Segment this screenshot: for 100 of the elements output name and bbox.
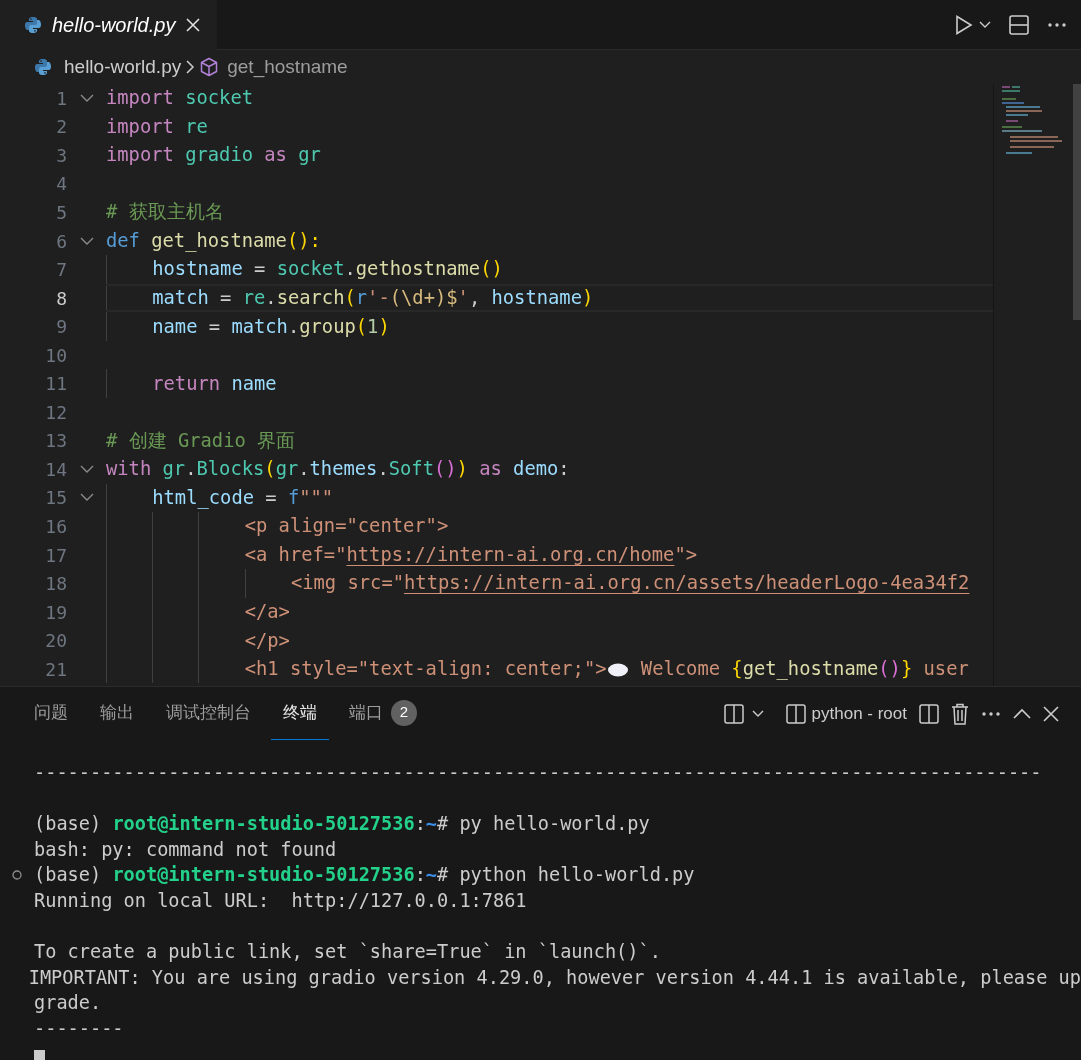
code-token: hostname [152, 257, 243, 282]
code-token: name [230, 371, 277, 396]
code-token: import [106, 114, 174, 139]
code-token: (): [286, 228, 321, 253]
code-token: : [558, 457, 570, 482]
code-token: demo [512, 457, 559, 482]
code-token: import [106, 86, 174, 111]
code-token: Welcome [639, 657, 721, 682]
code-token: , [468, 286, 481, 310]
code-token: . [287, 314, 300, 339]
line-number: 13 [44, 429, 67, 454]
code-token: Blocks [196, 457, 265, 482]
line-number: 16 [44, 514, 67, 539]
minimap-drawing [1002, 86, 1062, 156]
code-token: = [264, 485, 278, 510]
more-icon[interactable] [1047, 21, 1067, 28]
line-number: 9 [55, 315, 67, 340]
code-token: ) [581, 286, 594, 310]
code-token: group [299, 314, 356, 339]
code-token: # 获取主机名 [106, 200, 224, 225]
code-token: } [900, 657, 913, 682]
terminal-text: # python hello-world.py [437, 863, 695, 888]
panel-tab[interactable]: 调试控制台 [154, 686, 263, 741]
fold-chevron-icon[interactable] [79, 236, 94, 246]
fold-chevron-icon[interactable] [79, 493, 94, 503]
line-number: 15 [44, 486, 67, 511]
code-token: gr [297, 143, 321, 168]
breadcrumb-symbol[interactable]: get_hostname [227, 52, 348, 82]
code-token: . [377, 457, 389, 482]
chevron-right-icon [185, 59, 196, 75]
code-token: match [152, 286, 209, 310]
code-token: <img src=" [290, 571, 404, 596]
terminal-text: To create a public link, set `share=True` in `launch()`. [34, 940, 661, 964]
more-icon[interactable] [981, 710, 1001, 717]
code-token: . [265, 286, 277, 310]
run-icon[interactable] [955, 14, 973, 35]
line-number: 7 [55, 258, 67, 283]
chevron-down-icon[interactable] [979, 20, 991, 29]
close-icon[interactable] [1043, 705, 1059, 722]
terminal-text: (base) [34, 812, 103, 837]
code-token: ( [355, 314, 368, 339]
new-terminal-layout-icon[interactable] [723, 703, 744, 724]
code-token: () [878, 657, 901, 682]
terminal-text: ~ [425, 863, 438, 888]
breadcrumb-file[interactable]: hello-world.py [64, 52, 182, 82]
code-token: ' [457, 286, 469, 310]
code-token: "> [674, 542, 697, 567]
line-number: 20 [44, 629, 67, 654]
line-number: 10 [44, 343, 67, 368]
close-icon[interactable] [185, 17, 202, 33]
code-token: </p> [244, 628, 290, 653]
code-token: with [106, 457, 152, 482]
code-token: socket [184, 86, 253, 111]
code-token: ( [344, 286, 356, 310]
code-token: r [355, 286, 368, 310]
code-token: """ [299, 485, 334, 510]
split-editor-icon[interactable] [1009, 14, 1029, 35]
trash-icon[interactable] [951, 702, 969, 725]
line-number: 3 [55, 143, 67, 168]
editor-tab[interactable]: hello-world.py [0, 0, 218, 50]
code-token: themes [309, 457, 378, 482]
code-token: match [231, 314, 288, 339]
panel-tab[interactable]: 端口 2 [337, 686, 429, 741]
terminal-text: root@intern-studio-50127536 [112, 863, 415, 888]
fold-chevron-icon[interactable] [79, 93, 94, 103]
code-token: https://intern-ai.org.cn/assets/headerLogo-4ea34f2 [404, 571, 970, 596]
code-token: name [152, 314, 198, 339]
code-token: . [344, 257, 356, 282]
code-token: html_code [152, 485, 254, 511]
code-token: return [152, 371, 221, 396]
line-number: 21 [44, 657, 67, 682]
line-number: 5 [55, 200, 67, 225]
terminal-text: # py hello-world.py [437, 812, 650, 837]
code-token: </a> [244, 600, 290, 624]
code-token: get_hostname [742, 657, 879, 682]
code-token: Soft [388, 457, 434, 482]
terminal-text: ~ [425, 812, 438, 837]
terminal-text: -------- [34, 1016, 124, 1041]
code-token: gradio [184, 143, 253, 168]
chevron-up-icon[interactable] [1013, 707, 1031, 720]
code-token: . [185, 457, 197, 482]
code-token: ( [264, 457, 276, 482]
terminal-selector[interactable]: python - root [785, 700, 907, 727]
scrollbar-thumb[interactable] [1073, 84, 1081, 320]
panel-tab[interactable]: 输出 [88, 686, 146, 741]
code-token: 1 [367, 314, 379, 339]
line-number: 8 [55, 286, 67, 311]
line-number: 14 [44, 457, 67, 482]
python-icon [34, 58, 52, 76]
split-terminal-icon[interactable] [919, 703, 939, 724]
terminal-text: IMPORTANT: You are using gradio version 4.29.0, however version 4.44.1 is available, please up [28, 965, 1081, 990]
line-number: 4 [55, 172, 67, 197]
fold-chevron-icon[interactable] [79, 464, 94, 474]
cloud-icon [607, 661, 630, 678]
chevron-down-icon[interactable] [751, 709, 764, 718]
line-number: 19 [44, 600, 67, 625]
code-token: def [106, 228, 140, 253]
terminal-text: (base) [34, 863, 103, 888]
panel-tab[interactable]: 问题 [22, 686, 80, 741]
code-token: import [106, 143, 174, 168]
